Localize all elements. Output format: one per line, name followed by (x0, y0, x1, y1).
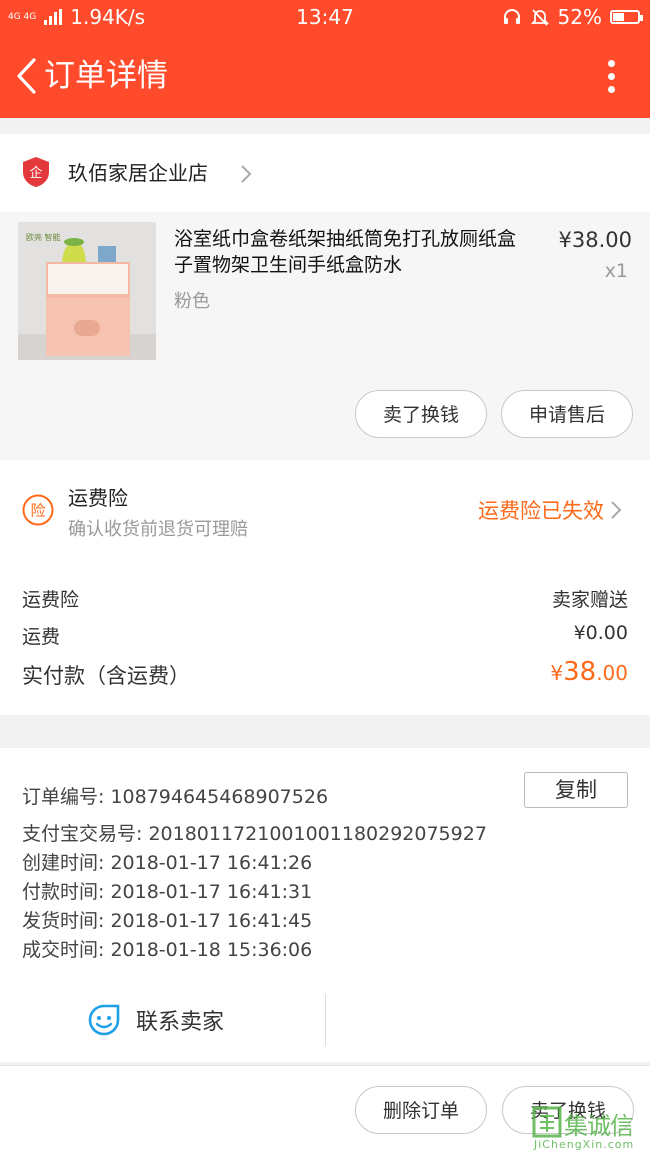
summary-insurance-row: 运费险 卖家赠送 (22, 585, 628, 612)
shipping-insurance-section: 险 运费险 确认收货前退货可理赔 运费险已失效 运费险 卖家赠送 运费 ¥0.0… (0, 460, 650, 715)
shop-badge-label: 企 (29, 165, 42, 181)
watermark-subtext: JiChengXin.com (534, 1138, 635, 1151)
product-spec: 粉色 (174, 291, 210, 312)
total-integer: 38 (563, 657, 597, 687)
alipay-trade-number: 支付宝交易号: 2018011721001001180292075927 (22, 823, 487, 845)
battery-icon (610, 10, 643, 24)
site-watermark: 集诚信 JiChengXin.com (530, 1104, 646, 1154)
page-title: 订单详情 (44, 58, 168, 94)
copy-button[interactable]: 复制 (524, 772, 628, 808)
order-info-section: 订单编号: 108794645468907526 复制 支付宝交易号: 2018… (0, 748, 650, 1062)
paid-time: 付款时间: 2018-01-17 16:41:31 (22, 881, 313, 903)
summary-insurance-value: 卖家赠送 (551, 589, 628, 611)
shop-row[interactable]: 企 玖佰家居企业店 (0, 134, 650, 212)
vertical-divider (325, 994, 326, 1046)
product-thumbnail[interactable]: 欧亮 智能 (18, 222, 156, 360)
summary-shipping-label: 运费 (22, 626, 61, 648)
delete-order-button[interactable]: 删除订单 (355, 1086, 487, 1134)
shipped-time: 发货时间: 2018-01-17 16:41:45 (22, 910, 313, 932)
watermark-text: 集诚信 (564, 1112, 634, 1140)
summary-shipping-row: 运费 ¥0.00 (22, 622, 628, 649)
total-currency: ¥ (550, 661, 564, 685)
mute-bell-icon (530, 9, 549, 26)
product-title[interactable]: 浴室纸巾盒卷纸架抽纸筒免打孔放厕纸盒子置物架卫生间手纸盒防水 (174, 226, 524, 278)
insurance-subtitle: 确认收货前退货可理赔 (68, 519, 248, 540)
product-price: ¥38.00 (558, 228, 632, 252)
insurance-icon-label: 险 (30, 502, 45, 520)
summary-total-label: 实付款（含运费） (22, 664, 190, 688)
created-time: 创建时间: 2018-01-17 16:41:26 (22, 852, 313, 874)
insurance-title: 运费险 (68, 486, 128, 510)
completed-time: 成交时间: 2018-01-18 15:36:06 (22, 939, 313, 961)
insurance-icon: 险 (22, 494, 54, 526)
contact-seller-button[interactable]: 联系卖家 (86, 1000, 224, 1040)
status-right: 52% (502, 5, 643, 29)
insurance-status[interactable]: 运费险已失效 (478, 495, 604, 525)
watermark-logo-icon (532, 1106, 562, 1138)
thumb-brand-text: 欧亮 智能 (26, 232, 61, 242)
chevron-right-icon (611, 501, 622, 519)
status-bar: 4G 4G 1.94K/s 13:47 52% (0, 0, 650, 34)
summary-total-row: 实付款（含运费） ¥38.00 (22, 657, 628, 690)
apply-after-sales-button[interactable]: 申请售后 (501, 390, 633, 438)
chevron-right-icon (241, 165, 252, 183)
summary-shipping-value: ¥0.00 (573, 622, 628, 644)
shop-name: 玖佰家居企业店 (68, 161, 208, 185)
contact-seller-label: 联系卖家 (136, 1010, 225, 1035)
tissue-box-image: 欧亮 智能 (18, 222, 156, 360)
battery-percent: 52% (557, 5, 602, 29)
enterprise-shop-badge-icon: 企 (23, 157, 49, 187)
more-menu-icon[interactable] (608, 60, 616, 96)
back-arrow-icon[interactable] (14, 56, 38, 96)
product-quantity: x1 (604, 260, 628, 282)
chat-smile-icon (88, 1004, 120, 1036)
product-card: 欧亮 智能 浴室纸巾盒卷纸架抽纸筒免打孔放厕纸盒子置物架卫生间手纸盒防水 粉色 … (0, 212, 650, 460)
app-header: 订单详情 (0, 34, 650, 118)
sell-for-cash-button[interactable]: 卖了换钱 (355, 390, 487, 438)
order-number: 订单编号: 108794645468907526 (22, 786, 329, 808)
total-decimal: .00 (596, 661, 628, 685)
summary-total-value: ¥38.00 (550, 657, 628, 687)
headset-icon (503, 9, 520, 24)
summary-insurance-label: 运费险 (22, 589, 80, 611)
